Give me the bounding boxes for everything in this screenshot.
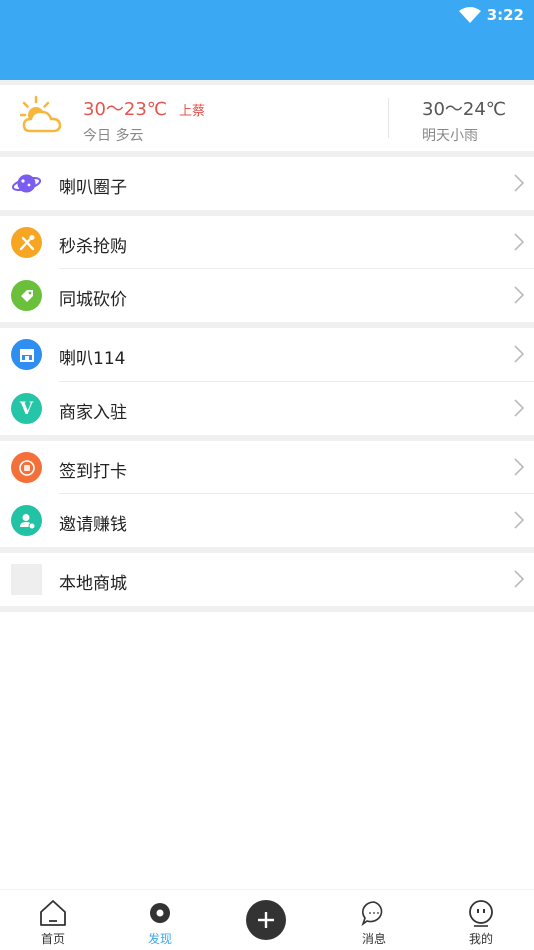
chevron-right-icon bbox=[514, 286, 524, 304]
tab-label: 消息 bbox=[361, 932, 386, 946]
tab-profile[interactable]: 我的 bbox=[451, 890, 511, 950]
menu-item-local-mall[interactable]: 本地商城 bbox=[0, 553, 534, 606]
menu-item-flash-sale[interactable]: 秒杀抢购 bbox=[0, 216, 534, 269]
menu-item-label: 秒杀抢购 bbox=[59, 237, 127, 257]
tab-label: 我的 bbox=[468, 932, 493, 946]
menu-item-bargain[interactable]: 同城砍价 bbox=[0, 269, 534, 322]
tab-discover[interactable]: 发现 bbox=[130, 890, 190, 950]
chevron-right-icon bbox=[514, 570, 524, 588]
menu-item-label: 邀请赚钱 bbox=[59, 515, 127, 535]
chevron-right-icon bbox=[514, 233, 524, 251]
menu-item-invite[interactable]: 邀请赚钱 bbox=[0, 494, 534, 547]
plus-button[interactable] bbox=[246, 900, 286, 940]
tomorrow-description: 明天小雨 bbox=[422, 128, 478, 144]
store-icon bbox=[11, 339, 42, 370]
tab-label: 首页 bbox=[40, 932, 65, 946]
tab-home[interactable]: 首页 bbox=[23, 890, 83, 950]
wifi-icon bbox=[458, 7, 481, 23]
chevron-right-icon bbox=[514, 399, 524, 417]
tomorrow-temperature: 30～24℃ bbox=[422, 99, 507, 120]
v-icon: V bbox=[11, 393, 42, 424]
weather-separator bbox=[388, 98, 389, 138]
top-header-bar: 3:22 bbox=[0, 0, 534, 80]
invite-user-icon bbox=[11, 505, 42, 536]
status-bar: 3:22 bbox=[458, 4, 524, 26]
menu-item-label: 同城砍价 bbox=[59, 290, 127, 310]
bottom-tab-bar: 首页 发现 消息 我的 bbox=[0, 889, 534, 950]
tab-messages[interactable]: 消息 bbox=[344, 890, 404, 950]
planet-icon bbox=[11, 174, 42, 193]
menu-item-merchant-join[interactable]: V 商家入驻 bbox=[0, 382, 534, 435]
home-icon bbox=[40, 900, 66, 926]
plus-icon bbox=[258, 912, 274, 928]
checkin-icon bbox=[11, 452, 42, 483]
chevron-right-icon bbox=[514, 511, 524, 529]
price-tag-icon bbox=[11, 280, 42, 311]
menu-item-label: 签到打卡 bbox=[59, 462, 127, 482]
divider bbox=[0, 606, 534, 612]
chevron-right-icon bbox=[514, 345, 524, 363]
today-temperature: 30～23℃ bbox=[83, 99, 168, 120]
utensils-icon bbox=[11, 227, 42, 258]
chevron-right-icon bbox=[514, 174, 524, 192]
profile-icon bbox=[469, 900, 493, 927]
menu-item-label: 喇叭114 bbox=[59, 349, 126, 369]
city-label: 上蔡 bbox=[179, 104, 206, 119]
discover-icon bbox=[150, 903, 170, 923]
menu-item-checkin[interactable]: 签到打卡 bbox=[0, 441, 534, 494]
menu-item-directory[interactable]: 喇叭114 bbox=[0, 328, 534, 381]
menu-item-label: 喇叭圈子 bbox=[59, 178, 127, 198]
menu-item-label: 商家入驻 bbox=[59, 403, 127, 423]
menu-item-label: 本地商城 bbox=[59, 574, 127, 594]
tab-label: 发现 bbox=[147, 932, 172, 946]
today-description: 今日 多云 bbox=[83, 128, 144, 144]
menu-item-circle[interactable]: 喇叭圈子 bbox=[0, 157, 534, 210]
weather-card[interactable]: 30～23℃ 上蔡 今日 多云 30～24℃ 明天小雨 bbox=[0, 85, 534, 151]
placeholder-image-icon bbox=[11, 564, 42, 595]
chevron-right-icon bbox=[514, 458, 524, 476]
message-icon bbox=[361, 901, 383, 927]
sun-cloud-icon bbox=[20, 95, 62, 133]
status-time: 3:22 bbox=[486, 6, 524, 24]
